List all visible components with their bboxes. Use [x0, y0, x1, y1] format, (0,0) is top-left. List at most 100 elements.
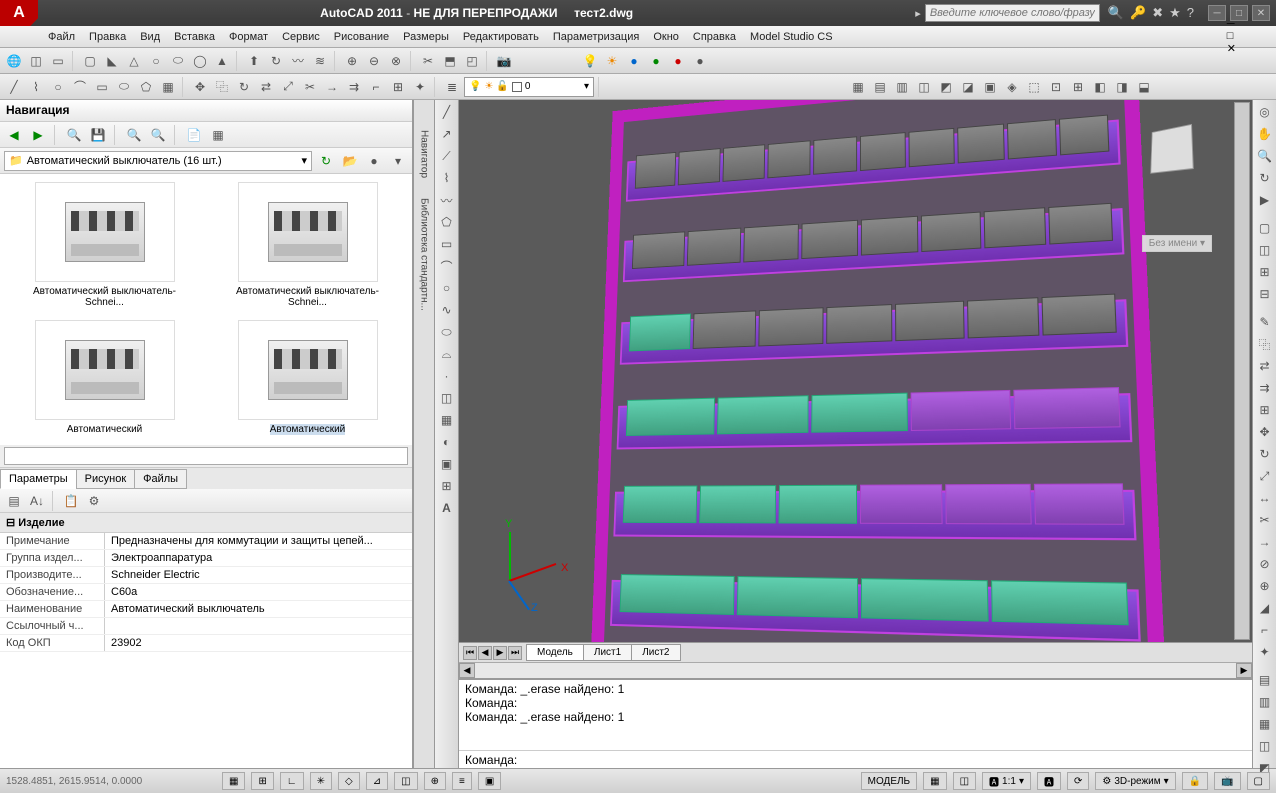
nav-up-icon[interactable]: 📂 [340, 151, 360, 171]
hatch2-icon[interactable]: ▦ [437, 410, 457, 430]
prop-val[interactable]: Автоматический выключатель [105, 601, 412, 617]
hscrollbar[interactable] [475, 663, 1236, 678]
subtract-icon[interactable]: ⊖ [364, 51, 384, 71]
revolve-icon[interactable]: ↻ [266, 51, 286, 71]
menu-insert[interactable]: Вставка [174, 31, 215, 43]
ucs-icon[interactable]: ◫ [26, 51, 46, 71]
move2-icon[interactable]: ✥ [1255, 422, 1275, 442]
tab-params[interactable]: Параметры [0, 469, 77, 489]
layer-combo[interactable]: 💡 ☀ 🔓 0 ▾ [464, 77, 594, 97]
menu-modify[interactable]: Редактировать [463, 31, 539, 43]
doc-minimize-button[interactable]: ─ [1227, 18, 1236, 30]
ms-tool-10-icon[interactable]: ⊡ [1046, 77, 1066, 97]
layout-button[interactable]: ▦ [923, 772, 946, 790]
ms-tool-13-icon[interactable]: ◨ [1112, 77, 1132, 97]
ms-tool-12-icon[interactable]: ◧ [1090, 77, 1110, 97]
toolbar-lock-button[interactable]: 🔒 [1182, 772, 1208, 790]
nav-view-icon[interactable]: ● [364, 151, 384, 171]
region-icon[interactable]: ▣ [437, 454, 457, 474]
polar-button[interactable]: ✳ [310, 772, 332, 790]
prop-val[interactable]: Электроаппаратура [105, 550, 412, 566]
text-icon[interactable]: A [437, 498, 457, 518]
wheel-icon[interactable]: ◎ [1255, 102, 1275, 122]
model-space-button[interactable]: МОДЕЛЬ [861, 772, 917, 790]
polyline-icon[interactable]: ⌇ [26, 77, 46, 97]
layer-mgr-icon[interactable]: ≣ [442, 77, 462, 97]
pline-icon[interactable]: ⌇ [437, 168, 457, 188]
ws-switch-button[interactable]: ⚙3D-режим▾ [1095, 772, 1175, 790]
join-icon[interactable]: ⊕ [1255, 576, 1275, 596]
prop-row[interactable]: Код ОКП23902 [0, 635, 412, 652]
table-icon[interactable]: ⊞ [437, 476, 457, 496]
star-icon[interactable]: ★ [1169, 5, 1181, 21]
prop-row[interactable]: Ссылочный ч... [0, 618, 412, 635]
prop-row[interactable]: Группа издел...Электроаппаратура [0, 550, 412, 567]
menu-draw[interactable]: Рисование [334, 31, 389, 43]
nav-path-combo[interactable]: 📁 Автоматический выключатель (16 шт.) ▾ [4, 151, 312, 171]
ellipse2-icon[interactable]: ⬭ [437, 322, 457, 342]
ellarc-icon[interactable]: ⌓ [437, 344, 457, 364]
menu-help[interactable]: Справка [693, 31, 736, 43]
loft-icon[interactable]: ≋ [310, 51, 330, 71]
layout-tab-model[interactable]: Модель [526, 644, 584, 661]
texture-icon[interactable]: ● [690, 51, 710, 71]
fillet-icon[interactable]: ⌐ [366, 77, 386, 97]
menu-window[interactable]: Окно [653, 31, 679, 43]
scroll-left-icon[interactable]: ◀ [459, 663, 475, 678]
nav-back-icon[interactable]: ◀ [4, 125, 24, 145]
rotate2-icon[interactable]: ↻ [1255, 444, 1275, 464]
wedge-icon[interactable]: ◣ [102, 51, 122, 71]
light-bulb-icon[interactable]: 💡 [580, 51, 600, 71]
prop-cat-icon[interactable]: ▤ [4, 491, 24, 511]
intersect-icon[interactable]: ⊗ [386, 51, 406, 71]
shell-icon[interactable]: ◰ [462, 51, 482, 71]
polygon2-icon[interactable]: ⬠ [437, 212, 457, 232]
command-input-row[interactable]: Команда: [459, 750, 1252, 768]
hardware-accel-button[interactable]: 📺 [1214, 772, 1240, 790]
ms-tool-11-icon[interactable]: ⊞ [1068, 77, 1088, 97]
side-tab-navigator[interactable]: Навигатор [417, 120, 432, 188]
menu-view[interactable]: Вид [140, 31, 160, 43]
help-search-input[interactable] [925, 4, 1100, 22]
close-button[interactable]: ✕ [1252, 5, 1270, 21]
ms-tool-7-icon[interactable]: ▣ [980, 77, 1000, 97]
tab-last-icon[interactable]: ⏭ [508, 646, 522, 660]
array2-icon[interactable]: ⊞ [1255, 400, 1275, 420]
circle2-icon[interactable]: ○ [437, 278, 457, 298]
scroll-right-icon[interactable]: ▶ [1236, 663, 1252, 678]
rt-extra1-icon[interactable]: ▤ [1255, 670, 1275, 690]
doc-maximize-button[interactable]: □ [1227, 30, 1236, 42]
array-icon[interactable]: ⊞ [388, 77, 408, 97]
prop-val[interactable]: Предназначены для коммутации и защиты це… [105, 533, 412, 549]
sweep-icon[interactable]: 〰 [288, 51, 308, 71]
clean-screen-button[interactable]: ▢ [1247, 772, 1270, 790]
poly3d-icon[interactable]: 〰 [437, 190, 457, 210]
box-icon[interactable]: ▢ [80, 51, 100, 71]
mirror-icon[interactable]: ⇄ [256, 77, 276, 97]
render-icon[interactable]: 📷 [494, 51, 514, 71]
break-icon[interactable]: ⊘ [1255, 554, 1275, 574]
slice-icon[interactable]: ✂ [418, 51, 438, 71]
ellipse-icon[interactable]: ⬭ [114, 77, 134, 97]
prop-row[interactable]: НаименованиеАвтоматический выключатель [0, 601, 412, 618]
torus-icon[interactable]: ◯ [190, 51, 210, 71]
anno-vis-button[interactable]: 🅰 [1037, 772, 1061, 790]
thumbs-area[interactable]: Автоматический выключатель-Schnei... Авт… [0, 174, 412, 445]
mirror2-icon[interactable]: ⇄ [1255, 356, 1275, 376]
rt-extra3-icon[interactable]: ▦ [1255, 714, 1275, 734]
offset2-icon[interactable]: ⇉ [1255, 378, 1275, 398]
thumb-item[interactable]: Автоматический [211, 320, 404, 437]
prop-row[interactable]: ПримечаниеПредназначены для коммутации и… [0, 533, 412, 550]
material-icon[interactable]: ● [668, 51, 688, 71]
vp-three-icon[interactable]: ⊞ [1255, 262, 1275, 282]
menu-parametric[interactable]: Параметризация [553, 31, 639, 43]
nav-save-icon[interactable]: 💾 [88, 125, 108, 145]
arc2-icon[interactable]: ⌒ [437, 256, 457, 276]
menu-modelstudio[interactable]: Model Studio CS [750, 31, 833, 43]
menu-tools[interactable]: Сервис [282, 31, 320, 43]
otrack-button[interactable]: ⊿ [366, 772, 388, 790]
vp-four-icon[interactable]: ⊟ [1255, 284, 1275, 304]
nav-refresh-icon[interactable]: ↻ [316, 151, 336, 171]
ucs-face-icon[interactable]: ▭ [48, 51, 68, 71]
prop-section[interactable]: Изделие [0, 513, 412, 533]
